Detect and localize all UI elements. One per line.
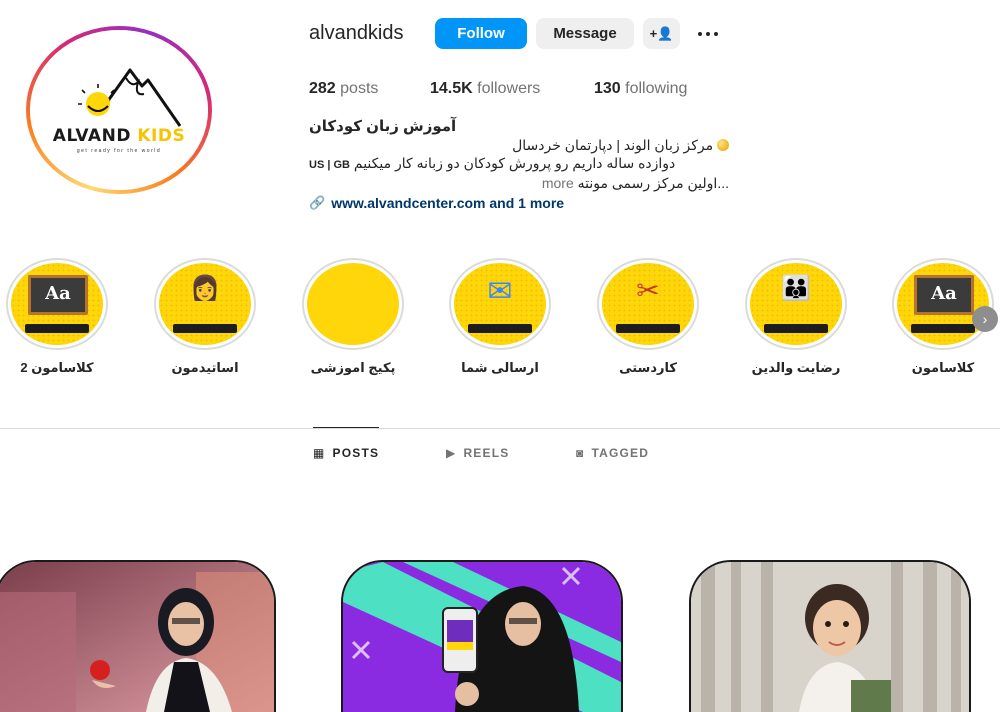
message-button[interactable]: Message	[536, 18, 634, 49]
bio-more-link[interactable]: more	[542, 175, 574, 191]
alvand-logo-graphic	[30, 30, 208, 190]
highlight-label: کلاسامون 2	[20, 360, 94, 375]
coin-emoji-icon	[717, 139, 729, 151]
dot	[706, 32, 710, 36]
posts-stat: 282 posts	[309, 80, 378, 98]
website-link-text: www.alvandcenter.com and 1 more	[331, 195, 565, 211]
highlight-cover: Aa	[11, 263, 103, 345]
flag-emojis: US | GB	[309, 159, 350, 171]
highlight-ring: ✉	[449, 258, 551, 350]
reels-icon: ▶	[446, 446, 457, 460]
highlight-label: کلاسامون	[911, 360, 975, 375]
highlights-next-icon[interactable]: ›	[972, 306, 998, 332]
highlight-item[interactable]: 👪 رضایت والدین	[736, 258, 856, 376]
profile-username: alvandkids	[309, 22, 404, 44]
highlight-item[interactable]: 👩 اساتیدمون	[145, 258, 265, 376]
highlight-tag	[173, 324, 237, 333]
highlight-tag	[468, 324, 532, 333]
profile-bio: آموزش زبان کودکان مرکز زبان الوند | دپار…	[309, 118, 729, 212]
highlight-ring: 👪	[745, 258, 847, 350]
highlight-tag	[616, 324, 680, 333]
tagged-icon: ◙	[576, 446, 585, 460]
highlight-item[interactable]: ✉ ارسالی شما	[440, 258, 560, 376]
tab-tagged[interactable]: ◙ TAGGED	[576, 428, 649, 478]
post-thumbnail[interactable]	[689, 560, 971, 712]
highlight-label: کاردستی	[619, 360, 677, 375]
dot	[698, 32, 702, 36]
posts-label: posts	[340, 80, 379, 97]
bio-line-2: US | GB دوازده ساله داریم رو پرورش کودکا…	[309, 154, 729, 174]
post-thumbnail[interactable]	[341, 560, 623, 712]
highlight-ring: ✂	[597, 258, 699, 350]
bio-name: آموزش زبان کودکان	[309, 118, 457, 135]
following-count: 130	[594, 80, 621, 97]
following-stat[interactable]: 130 following	[594, 80, 687, 98]
followers-label: followers	[477, 80, 541, 97]
tab-posts-label: POSTS	[332, 446, 380, 460]
teacher-icon: 👩	[190, 275, 220, 302]
grid-icon: ▦	[313, 446, 326, 460]
following-label: following	[625, 80, 688, 97]
highlight-ring: Aa	[6, 258, 108, 350]
bio-line-2-text: دوازده ساله داریم رو پرورش کودکان دو زبا…	[353, 155, 676, 171]
highlight-label: پکیج اموزشی	[310, 360, 396, 375]
profile-avatar-ring[interactable]: ALVAND KIDS get ready for the world	[26, 26, 212, 194]
logo-wordmark: ALVAND KIDS	[52, 126, 186, 146]
followers-count: 14.5K	[430, 80, 473, 97]
highlight-tag	[911, 324, 975, 333]
highlight-cover: 👪	[750, 263, 842, 345]
post-image-child	[691, 562, 969, 712]
post-thumbnail[interactable]	[0, 560, 276, 712]
highlight-cover: ✉	[454, 263, 546, 345]
highlight-ring: Aa	[892, 258, 994, 350]
family-icon: 👪	[781, 275, 811, 302]
bio-line-1-text: مرکز زبان الوند | دپارتمان خردسال	[512, 137, 714, 153]
highlight-item[interactable]: پکیج اموزشی	[293, 258, 413, 376]
followers-stat[interactable]: 14.5K followers	[430, 80, 540, 98]
post-image-teacher-apple	[0, 562, 274, 712]
highlight-cover	[307, 263, 399, 345]
website-link[interactable]: 🔗 www.alvandcenter.com and 1 more	[309, 194, 729, 212]
highlight-cover: 👩	[159, 263, 251, 345]
follow-button[interactable]: Follow	[435, 18, 527, 49]
highlight-tag	[25, 324, 89, 333]
more-options-icon[interactable]	[694, 22, 722, 46]
envelope-icon: ✉	[487, 275, 513, 308]
tab-reels-label: REELS	[463, 446, 510, 460]
add-user-icon: +👤	[649, 25, 674, 41]
tab-reels[interactable]: ▶ REELS	[446, 428, 509, 478]
story-highlights: Aa کلاسامون 2 👩 اساتیدمون پکیج اموزشی ✉ …	[0, 258, 1000, 388]
bio-line-3-text: ...اولین مرکز رسمی مونته	[577, 175, 729, 191]
add-user-button[interactable]: +👤	[643, 18, 680, 49]
posts-count: 282	[309, 80, 336, 97]
highlight-item[interactable]: Aa کلاسامون 2	[0, 258, 117, 376]
chalkboard-icon: Aa	[28, 275, 88, 315]
highlight-item[interactable]: ✂ کاردستی	[588, 258, 708, 376]
avatar[interactable]: ALVAND KIDS get ready for the world	[30, 30, 208, 190]
post-image-teacher-phone	[343, 562, 621, 712]
chalkboard-icon: Aa	[914, 275, 974, 315]
tab-tagged-label: TAGGED	[591, 446, 650, 460]
highlight-ring	[302, 258, 404, 350]
logo-tagline: get ready for the world	[76, 148, 162, 154]
tab-posts[interactable]: ▦ POSTS	[313, 427, 380, 478]
scissors-icon: ✂	[636, 275, 660, 306]
profile-tabs: ▦ POSTS ▶ REELS ◙ TAGGED	[0, 427, 1000, 478]
link-icon: 🔗	[309, 195, 326, 210]
highlight-cover: ✂	[602, 263, 694, 345]
highlight-ring: 👩	[154, 258, 256, 350]
highlight-label: اساتیدمون	[171, 360, 239, 375]
dot	[714, 32, 718, 36]
bio-line-3: ...اولین مرکز رسمی مونته more	[309, 174, 729, 192]
highlight-label: ارسالی شما	[461, 360, 539, 375]
bio-line-1: مرکز زبان الوند | دپارتمان خردسال	[309, 136, 729, 154]
highlight-tag	[764, 324, 828, 333]
highlight-cover: Aa	[897, 263, 989, 345]
highlight-label: رضایت والدین	[751, 360, 841, 375]
